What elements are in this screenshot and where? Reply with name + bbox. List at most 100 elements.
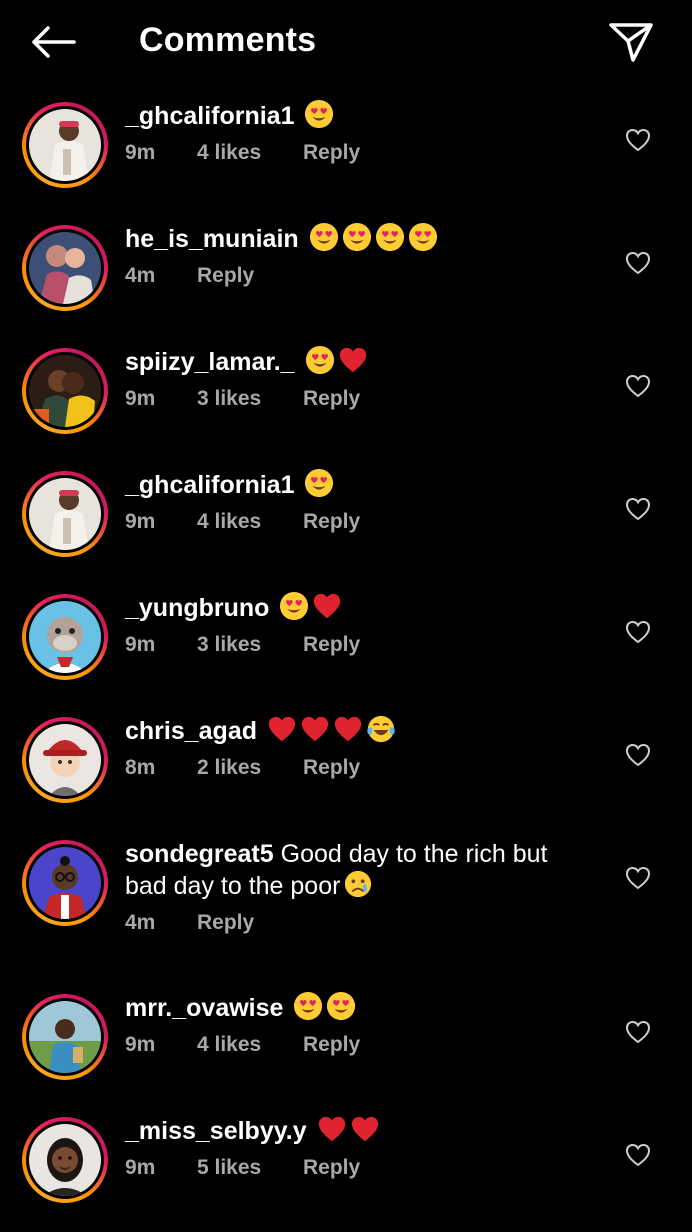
heart-outline-icon: [625, 251, 651, 275]
comment-emojis: [314, 1117, 380, 1145]
avatar[interactable]: [22, 102, 108, 188]
comment-time: 9m: [125, 387, 156, 411]
comment-username[interactable]: _ghcalifornia1: [125, 471, 295, 499]
comment-item: chris_agad 8m 2 likes Reply: [0, 713, 692, 823]
comment-body: sondegreat5 Good day to the rich but bad…: [125, 838, 595, 936]
comment-time: 9m: [125, 510, 156, 534]
story-ring: [26, 721, 104, 799]
heart-outline-icon: [625, 497, 651, 521]
like-comment-button[interactable]: [622, 1016, 654, 1048]
reply-button[interactable]: Reply: [303, 1155, 360, 1181]
avatar[interactable]: [22, 1117, 108, 1203]
avatar[interactable]: [22, 717, 108, 803]
avatar[interactable]: [22, 225, 108, 311]
comment-meta: 9m 3 likes Reply: [125, 386, 595, 412]
reply-button[interactable]: Reply: [197, 263, 254, 289]
like-comment-button[interactable]: [622, 370, 654, 402]
comment-likes[interactable]: 4 likes: [197, 140, 303, 166]
story-ring: [26, 998, 104, 1076]
back-button[interactable]: [26, 18, 80, 66]
reply-button[interactable]: Reply: [303, 755, 360, 781]
comment-body: _yungbruno 9m 3 likes Reply: [125, 592, 595, 658]
comment-username[interactable]: mrr._ovawise: [125, 994, 283, 1022]
comment-likes[interactable]: 5 likes: [197, 1155, 303, 1181]
comment-emojis: [301, 469, 334, 499]
comment-item: spiizy_lamar._ 9m 3 likes Reply: [0, 344, 692, 454]
share-button[interactable]: [602, 16, 660, 68]
comment-body: mrr._ovawise 9m 4 likes Reply: [125, 992, 595, 1058]
comment-time: 4m: [125, 911, 156, 935]
comment-text: he_is_muniain: [125, 223, 595, 255]
comment-text: _ghcalifornia1: [125, 469, 595, 501]
like-comment-button[interactable]: [622, 1139, 654, 1171]
comment-emojis: [306, 223, 438, 253]
story-ring: [26, 598, 104, 676]
comment-time: 9m: [125, 141, 156, 165]
comment-text: _miss_selbyy.y: [125, 1115, 595, 1147]
comment-time: 9m: [125, 1033, 156, 1057]
avatar[interactable]: [22, 471, 108, 557]
comment-username[interactable]: _miss_selbyy.y: [125, 1117, 307, 1145]
avatar[interactable]: [22, 348, 108, 434]
avatar-cartoon-blue: [29, 847, 101, 919]
heart-outline-icon: [625, 374, 651, 398]
story-ring: [26, 352, 104, 430]
comment-item: _yungbruno 9m 3 likes Reply: [0, 590, 692, 700]
like-comment-button[interactable]: [622, 124, 654, 156]
avatar[interactable]: [22, 594, 108, 680]
comment-meta: 4m Reply: [125, 910, 595, 936]
comment-likes[interactable]: 2 likes: [197, 755, 303, 781]
heart-outline-icon: [625, 1143, 651, 1167]
comment-text: sondegreat5 Good day to the rich but bad…: [125, 838, 595, 902]
comment-time: 9m: [125, 633, 156, 657]
reply-button[interactable]: Reply: [303, 509, 360, 535]
avatar-couple-kissing: [29, 355, 101, 427]
avatar-man-white-shirt: [29, 109, 101, 181]
comment-meta: 9m 4 likes Reply: [125, 1032, 595, 1058]
story-ring: [26, 229, 104, 307]
comment-username[interactable]: _ghcalifornia1: [125, 102, 295, 130]
like-comment-button[interactable]: [622, 739, 654, 771]
comment-text: chris_agad: [125, 715, 595, 747]
heart-outline-icon: [625, 1020, 651, 1044]
reply-button[interactable]: Reply: [303, 632, 360, 658]
reply-button[interactable]: Reply: [303, 386, 360, 412]
avatar[interactable]: [22, 994, 108, 1080]
comment-likes[interactable]: 3 likes: [197, 386, 303, 412]
comment-meta: 9m 4 likes Reply: [125, 140, 595, 166]
like-comment-button[interactable]: [622, 862, 654, 894]
comment-username[interactable]: _yungbruno: [125, 594, 269, 622]
like-comment-button[interactable]: [622, 616, 654, 648]
comment-username[interactable]: he_is_muniain: [125, 225, 299, 253]
comment-body: _miss_selbyy.y 9m 5 likes Reply: [125, 1115, 595, 1181]
comment-text: _yungbruno: [125, 592, 595, 624]
comment-username[interactable]: spiizy_lamar._: [125, 348, 295, 376]
comment-time: 4m: [125, 264, 156, 288]
comment-item: sondegreat5 Good day to the rich but bad…: [0, 836, 692, 946]
reply-button[interactable]: Reply: [303, 140, 360, 166]
avatar-cartoon-ape: [29, 601, 101, 673]
comment-meta: 9m 5 likes Reply: [125, 1155, 595, 1181]
comment-body: _ghcalifornia1 9m 4 likes Reply: [125, 469, 595, 535]
heart-outline-icon: [625, 866, 651, 890]
comment-emojis: [340, 871, 373, 900]
comment-username[interactable]: sondegreat5: [125, 840, 274, 868]
avatar-man-white-shirt: [29, 478, 101, 550]
comment-emojis: [302, 346, 368, 376]
header-bar: Comments: [0, 0, 692, 82]
comment-likes[interactable]: 4 likes: [197, 1032, 303, 1058]
comment-username[interactable]: chris_agad: [125, 717, 257, 745]
comment-item: _miss_selbyy.y 9m 5 likes Reply: [0, 1113, 692, 1223]
reply-button[interactable]: Reply: [197, 910, 254, 936]
comment-item: _ghcalifornia1 9m 4 likes Reply: [0, 98, 692, 208]
avatar[interactable]: [22, 840, 108, 926]
like-comment-button[interactable]: [622, 493, 654, 525]
comment-item: he_is_muniain 4m Reply: [0, 221, 692, 331]
reply-button[interactable]: Reply: [303, 1032, 360, 1058]
comment-body: chris_agad 8m 2 likes Reply: [125, 715, 595, 781]
comment-likes[interactable]: 4 likes: [197, 509, 303, 535]
comment-likes[interactable]: 3 likes: [197, 632, 303, 658]
avatar-man-outdoor: [29, 1001, 101, 1073]
like-comment-button[interactable]: [622, 247, 654, 279]
heart-outline-icon: [625, 620, 651, 644]
